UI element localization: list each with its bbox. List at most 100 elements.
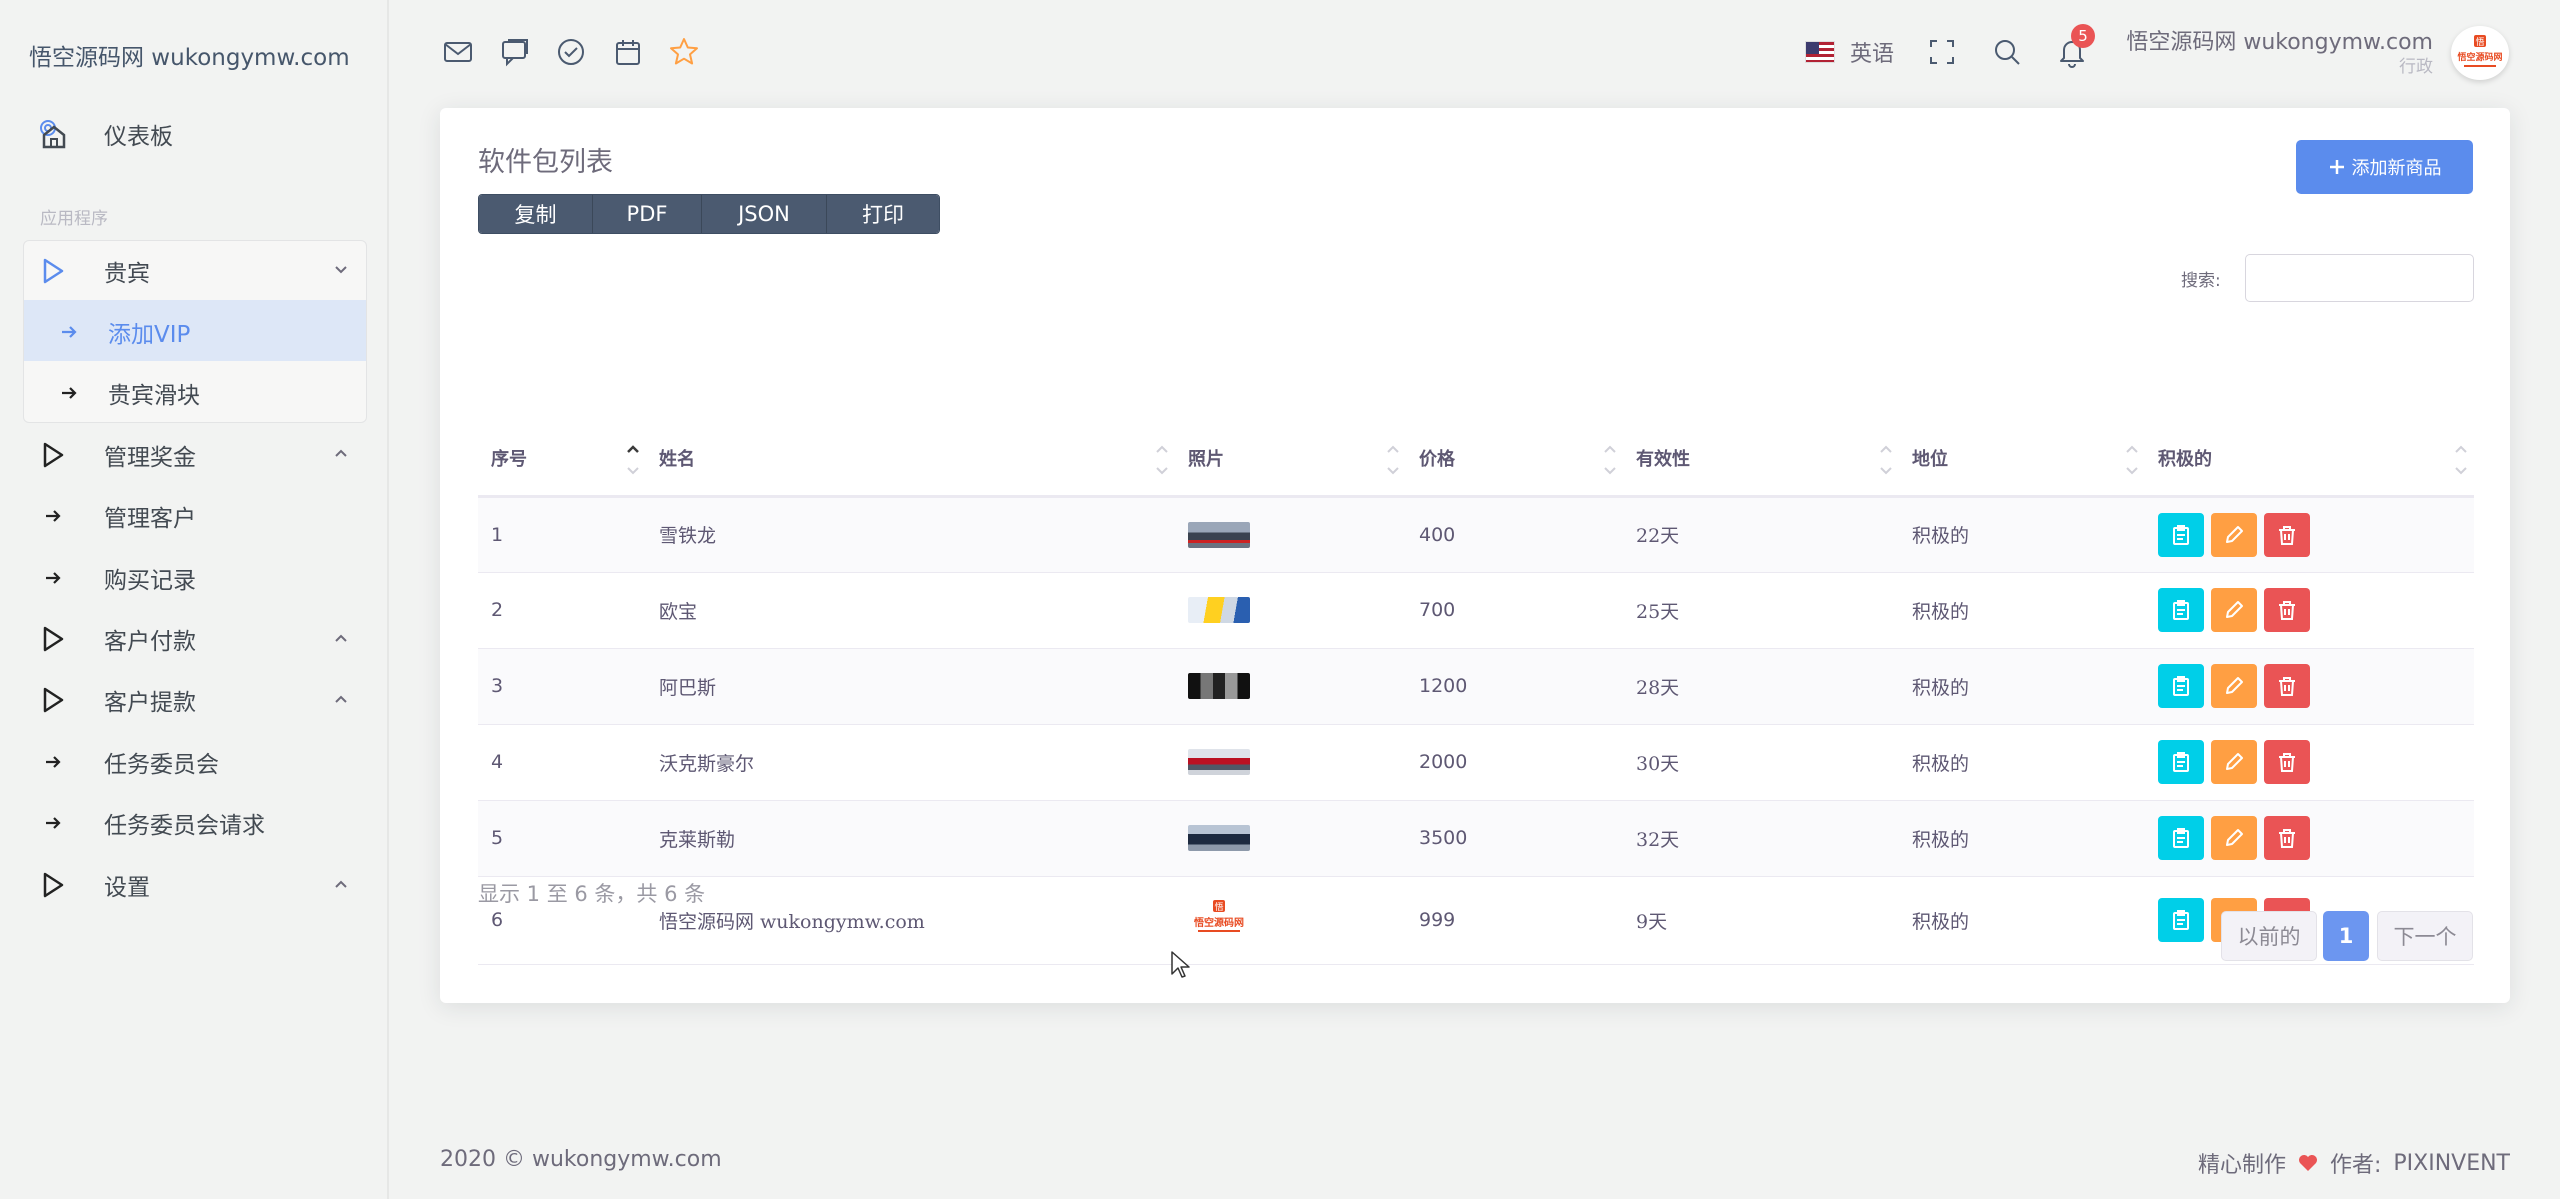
sidebar-item-vip[interactable]: 贵宾 [38, 254, 150, 288]
cell-price: 400 [1406, 496, 1623, 573]
chevron-up-icon[interactable] [333, 876, 349, 892]
column-header-status[interactable]: 地位 [1899, 422, 2145, 498]
fullscreen-icon[interactable] [1926, 36, 1958, 68]
pagination-next[interactable]: 下一个 [2377, 911, 2473, 961]
sidebar-item-customers[interactable]: 管理客户 [38, 499, 196, 533]
chevron-down-icon[interactable] [333, 262, 349, 278]
delete-button[interactable] [2264, 588, 2310, 632]
user-name[interactable]: 悟空源码网 wukongymw.com [2126, 24, 2433, 56]
cell-status: 积极的 [1899, 572, 2145, 649]
sidebar-item-payments[interactable]: 客户付款 [38, 622, 196, 656]
edit-button[interactable] [2211, 664, 2257, 708]
trash-icon [2279, 829, 2295, 848]
cell-name: 欧宝 [646, 572, 1175, 649]
delete-button[interactable] [2264, 740, 2310, 784]
cell-validity: 32天 [1623, 800, 1899, 877]
json-button[interactable]: JSON [702, 195, 827, 233]
delete-button[interactable] [2264, 816, 2310, 860]
view-button[interactable] [2158, 740, 2204, 784]
sidebar-item-dashboard[interactable]: 仪表板 [38, 117, 173, 151]
print-button[interactable]: 打印 [827, 195, 939, 233]
edit-button[interactable] [2211, 512, 2257, 557]
footer-copyright: 2020 © wukongymw.com [440, 1147, 722, 1172]
column-header-price[interactable]: 价格 [1406, 422, 1623, 498]
pencil-icon [2226, 829, 2243, 846]
pagination-page-1[interactable]: 1 [2323, 911, 2369, 961]
check-circle-icon[interactable] [555, 36, 587, 68]
sidebar-item-label: 管理奖金 [104, 445, 196, 471]
search-icon[interactable] [1991, 36, 2023, 68]
pdf-button[interactable]: PDF [593, 195, 702, 233]
sidebar-item-add-vip[interactable]: 添加VIP [54, 315, 190, 349]
sidebar: 悟空源码网 wukongymw.com 仪表板 应用程序 贵宾 添加VIP 贵宾… [0, 0, 389, 1199]
copy-button[interactable]: 复制 [479, 195, 593, 233]
pencil-icon [2226, 601, 2243, 618]
sort-icon [1387, 445, 1399, 475]
sort-icon [627, 445, 639, 475]
sidebar-item-vip-slider[interactable]: 贵宾滑块 [54, 376, 200, 410]
add-new-item-button[interactable]: 添加新商品 [2296, 140, 2473, 194]
play-outline-icon [38, 624, 68, 654]
arrow-right-icon [54, 317, 84, 347]
pagination-previous[interactable]: 以前的 [2221, 911, 2317, 961]
view-button[interactable] [2158, 816, 2204, 860]
column-header-actions[interactable]: 积极的 [2145, 422, 2474, 498]
svg-text:悟空源码网: 悟空源码网 [2457, 51, 2502, 63]
view-button[interactable] [2158, 898, 2204, 942]
car-thumbnail[interactable] [1188, 521, 1250, 548]
user-role: 行政 [2399, 57, 2433, 77]
arrow-right-icon [38, 501, 68, 531]
view-button[interactable] [2158, 512, 2204, 557]
cell-name: 克莱斯勒 [646, 800, 1175, 877]
cell-validity: 28天 [1623, 648, 1899, 725]
delete-button[interactable] [2264, 512, 2310, 557]
avatar[interactable]: 悟 悟空源码网 [2451, 26, 2509, 80]
cell-name: 悟空源码网 wukongymw.com [646, 876, 1175, 965]
car-thumbnail[interactable] [1188, 673, 1250, 699]
edit-button[interactable] [2211, 588, 2257, 632]
chat-icon[interactable] [499, 36, 531, 68]
column-header-photo[interactable]: 照片 [1175, 422, 1406, 498]
chevron-up-icon[interactable] [333, 445, 349, 461]
clipboard-icon [2173, 752, 2189, 772]
footer-credit: 精心制作 作者: PIXINVENT [2198, 1147, 2510, 1179]
car-thumbnail[interactable] [1188, 825, 1250, 851]
sidebar-item-task-requests[interactable]: 任务委员会请求 [38, 806, 265, 840]
footer-author-label: 作者: [2329, 1153, 2382, 1178]
heart-icon [2298, 1155, 2317, 1171]
column-header-name[interactable]: 姓名 [646, 422, 1175, 498]
column-header-id[interactable]: 序号 [478, 422, 646, 498]
chevron-up-icon[interactable] [333, 691, 349, 707]
brand-logo-text[interactable]: 悟空源码网 wukongymw.com [29, 38, 350, 72]
sidebar-item-label: 仪表板 [104, 124, 173, 150]
view-button[interactable] [2158, 664, 2204, 708]
view-button[interactable] [2158, 588, 2204, 632]
play-outline-icon [38, 440, 68, 470]
footer-author[interactable]: PIXINVENT [2393, 1151, 2510, 1176]
sidebar-item-settings[interactable]: 设置 [38, 868, 150, 902]
sidebar-item-purchases[interactable]: 购买记录 [38, 561, 196, 595]
logo-thumbnail[interactable]: 悟 悟空源码网 [1188, 898, 1250, 938]
delete-button[interactable] [2264, 664, 2310, 708]
chevron-up-icon[interactable] [333, 630, 349, 646]
search-input[interactable] [2245, 254, 2474, 302]
cell-actions [2145, 724, 2474, 801]
mail-icon[interactable] [442, 36, 474, 68]
cell-validity: 22天 [1623, 496, 1899, 573]
sidebar-item-bonus[interactable]: 管理奖金 [38, 438, 196, 472]
car-thumbnail[interactable] [1188, 597, 1250, 623]
trash-icon [2279, 601, 2295, 620]
edit-button[interactable] [2211, 816, 2257, 860]
cell-id: 5 [478, 800, 646, 877]
car-thumbnail[interactable] [1188, 749, 1250, 775]
language-dropdown[interactable]: 英语 [1805, 36, 1894, 68]
star-icon[interactable] [668, 36, 700, 68]
calendar-icon[interactable] [612, 36, 644, 68]
edit-button[interactable] [2211, 740, 2257, 784]
sidebar-item-withdrawals[interactable]: 客户提款 [38, 683, 196, 717]
play-outline-icon [38, 870, 68, 900]
cell-actions [2145, 496, 2474, 573]
column-header-validity[interactable]: 有效性 [1623, 422, 1899, 498]
sidebar-item-task-committee[interactable]: 任务委员会 [38, 745, 219, 779]
cell-price: 700 [1406, 572, 1623, 649]
